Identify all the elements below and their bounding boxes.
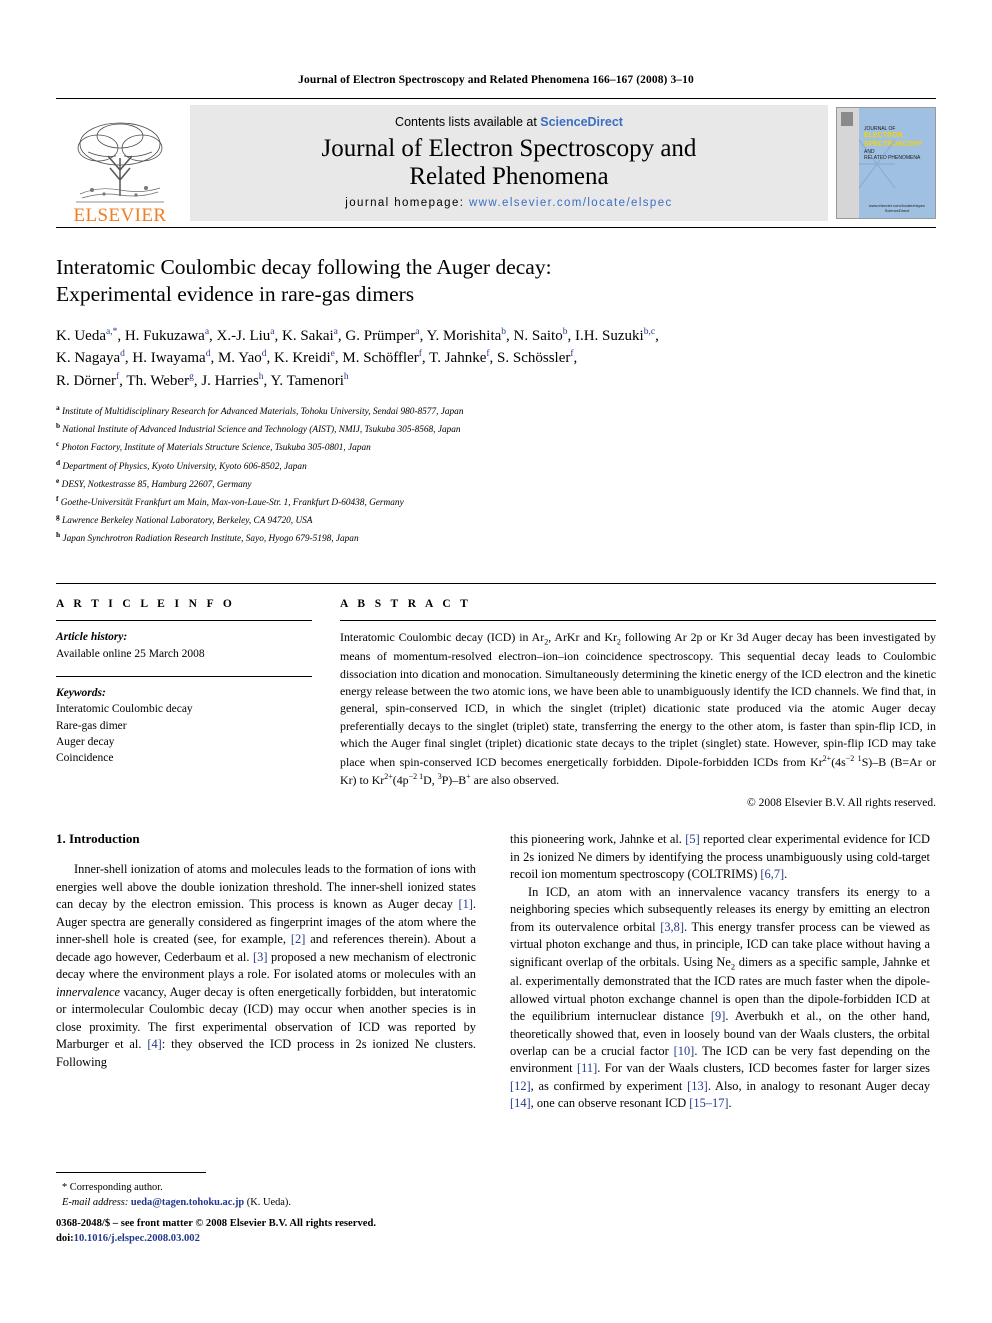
title-line-2: Experimental evidence in rare-gas dimers [56,282,415,307]
affiliation-mark: g [56,511,60,521]
journal-title-line-1: Journal of Electron Spectroscopy and [321,135,697,162]
affiliation-item: d Department of Physics, Kyoto Universit… [56,457,936,475]
abstract-heading: A B S T R A C T [340,598,472,611]
journal-band: Contents lists available at ScienceDirec… [190,105,828,221]
running-head: Journal of Electron Spectroscopy and Rel… [298,74,694,86]
affiliation-mark: f [56,493,59,503]
body-column-left: 1. Introduction Inner-shell ionization o… [56,831,476,1113]
paragraph: In ICD, an atom with an innervalence vac… [510,884,931,1111]
affiliation-text: Goethe-Universität Frankfurt am Main, Ma… [60,497,404,508]
affiliation-text: Japan Synchrotron Radiation Research Ins… [62,534,359,545]
elsevier-logo: ELSEVIER [56,99,184,227]
cover-graphic [858,139,896,189]
journal-masthead: ELSEVIER Contents lists available at Sci… [56,98,936,227]
paragraph: this pioneering work, Jahnke et al. [5] … [510,832,930,882]
cover-front: JOURNAL OF ELECTRON SPECTROSCOPY AND REL… [858,108,935,218]
journal-homepage-line: journal homepage: www.elsevier.com/locat… [345,197,672,209]
cover-footer-line-2: ScienceDirect [884,208,910,214]
affiliation-mark: e [56,475,60,485]
homepage-label: journal homepage: [345,197,465,209]
article-info-heading: A R T I C L E I N F O [56,598,236,611]
keywords-rule [56,675,312,677]
page-footer: 0368-2048/$ – see front matter © 2008 El… [56,1216,616,1247]
email-link[interactable]: ueda@tagen.tohoku.ac.jp [131,1197,244,1208]
body-column-right: this pioneering work, Jahnke et al. [5] … [510,831,930,1113]
cover-spine-mark [841,112,853,126]
masthead-bottom-rule [56,227,936,228]
affiliation-text: National Institute of Advanced Industria… [62,425,461,436]
footnote-rule [56,1172,206,1173]
keywords-block: Keywords: Interatomic Coulombic decay Ra… [56,675,312,767]
cover-footer: www.elsevier.com/locate/elspec ScienceDi… [859,203,935,214]
affiliation-text: Department of Physics, Kyoto University,… [62,461,307,472]
elsevier-tree-icon [68,118,172,206]
affiliation-text: Photon Factory, Institute of Materials S… [61,443,371,454]
email-suffix: (K. Ueda). [244,1197,291,1209]
affiliation-mark: h [56,530,61,540]
section-heading-introduction: 1. Introduction [56,831,140,847]
abstract-column: A B S T R A C T Interatomic Coulombic de… [328,584,936,809]
affiliation-list: a Institute of Multidisciplinary Researc… [56,402,936,547]
cover-spine [837,108,859,218]
body-columns: 1. Introduction Inner-shell ionization o… [56,831,936,1113]
doi-link[interactable]: 10.1016/j.elspec.2008.03.002 [74,1233,200,1244]
keywords-label: Keywords: [56,686,106,699]
issn-line: 0368-2048/$ – see front matter © 2008 El… [56,1218,376,1229]
affiliation-text: Institute of Multidisciplinary Research … [62,407,464,418]
corresponding-author-note: * Corresponding author. [62,1182,163,1193]
article-history-label: Article history: [56,631,128,644]
footnote-block: * Corresponding author. E-mail address: … [56,1172,476,1210]
article-info-column: A R T I C L E I N F O Article history: A… [56,584,328,809]
contents-prefix: Contents lists available at [395,115,541,129]
article-history-value: Available online 25 March 2008 [56,647,205,660]
affiliation-mark: c [56,439,60,449]
affiliation-item: c Photon Factory, Institute of Materials… [56,438,936,456]
homepage-url-link[interactable]: www.elsevier.com/locate/elspec [469,197,673,209]
keyword-item: Interatomic Coulombic decay [56,703,193,716]
elsevier-wordmark: ELSEVIER [73,205,167,226]
sciencedirect-link[interactable]: ScienceDirect [540,115,623,129]
copyright-line: © 2008 Elsevier B.V. All rights reserved… [747,797,936,810]
affiliation-item: b National Institute of Advanced Industr… [56,420,936,438]
author-list: K. Uedaa,*, H. Fukuzawaa, X.-J. Liua, K.… [56,326,659,389]
affiliation-mark: a [56,403,60,413]
affiliation-mark: d [56,457,61,467]
abstract-body: Interatomic Coulombic decay (ICD) in Ar2… [340,630,936,787]
journal-cover-thumbnail: JOURNAL OF ELECTRON SPECTROSCOPY AND REL… [836,107,936,219]
title-line-1: Interatomic Coulombic decay following th… [56,255,552,279]
affiliation-item: e DESY, Notkestrasse 85, Hamburg 22607, … [56,475,936,493]
affiliation-text: DESY, Notkestrasse 85, Hamburg 22607, Ge… [61,479,252,490]
email-note: E-mail address: ueda@tagen.tohoku.ac.jp … [56,1195,476,1210]
affiliation-item: f Goethe-Universität Frankfurt am Main, … [56,493,936,511]
contents-line: Contents lists available at ScienceDirec… [395,115,623,129]
affiliation-item: a Institute of Multidisciplinary Researc… [56,402,936,420]
article-info-rule [56,620,312,622]
affiliation-item: h Japan Synchrotron Radiation Research I… [56,529,936,547]
info-abstract-section: A R T I C L E I N F O Article history: A… [56,583,936,809]
affiliation-item: g Lawrence Berkeley National Laboratory,… [56,511,936,529]
doi-line: doi:10.1016/j.elspec.2008.03.002 [56,1231,616,1246]
journal-title-line-2: Related Phenomena [409,163,609,190]
keyword-item: Auger decay [56,735,115,748]
keyword-item: Rare-gas dimer [56,719,127,732]
paper-page: Journal of Electron Spectroscopy and Rel… [0,0,992,1323]
article-history: Article history: Available online 25 Mar… [56,629,312,662]
affiliation-mark: b [56,421,61,431]
affiliation-text: Lawrence Berkeley National Laboratory, B… [62,516,313,527]
keyword-item: Coincidence [56,752,114,765]
page-title: Interatomic Coulombic decay following th… [56,254,936,309]
paragraph: Inner-shell ionization of atoms and mole… [56,862,476,1069]
abstract-rule [340,620,936,622]
journal-title: Journal of Electron Spectroscopy and Rel… [322,135,697,191]
doi-label: doi: [56,1233,74,1245]
email-label: E-mail address: [62,1197,129,1209]
